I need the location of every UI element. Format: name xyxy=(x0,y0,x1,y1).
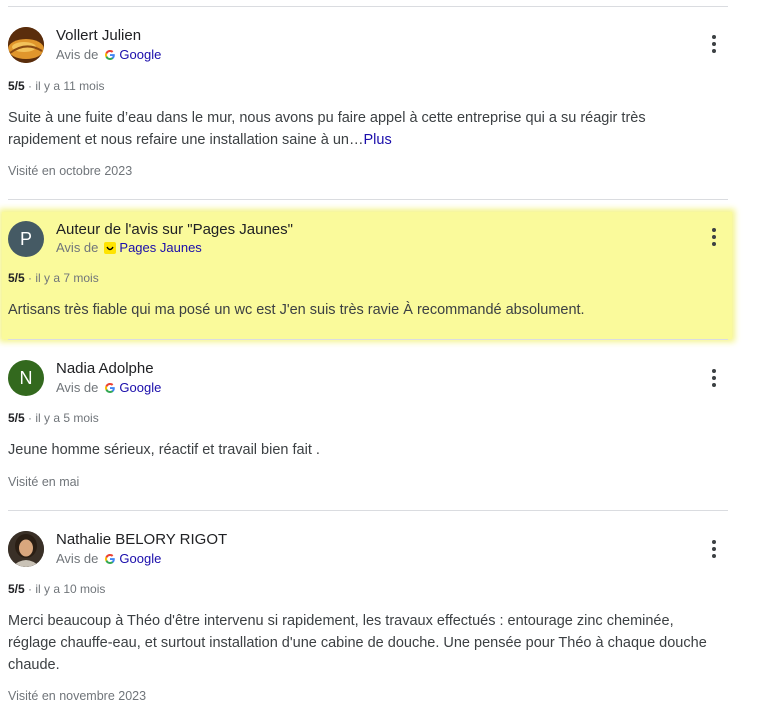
more-vert-icon[interactable] xyxy=(704,366,724,390)
rating-value: 5/5 xyxy=(8,271,25,285)
avatar[interactable]: N xyxy=(8,360,44,396)
rating-value: 5/5 xyxy=(8,411,25,425)
review-rating: 5/5 · il y a 5 mois xyxy=(8,411,99,425)
review-card-highlighted: P Auteur de l'avis sur "Pages Jaunes" Av… xyxy=(2,212,732,339)
avatar-letter: P xyxy=(19,228,32,249)
more-vert-icon[interactable] xyxy=(704,32,724,56)
review-text-content: Suite à une fuite d’eau dans le mur, nou… xyxy=(8,110,646,148)
review-card: Nathalie BELORY RIGOT Avis de Google 5/5… xyxy=(0,521,758,720)
avatar-letter: N xyxy=(19,367,33,388)
source-prefix: Avis de xyxy=(56,47,99,62)
source-prefix: Avis de xyxy=(56,380,99,395)
rating-value: 5/5 xyxy=(8,582,25,596)
review-author[interactable]: Vollert Julien xyxy=(56,27,141,44)
divider xyxy=(8,510,728,511)
source-prefix: Avis de xyxy=(56,240,99,255)
avatar-photo-icon xyxy=(8,531,44,567)
avatar[interactable] xyxy=(8,531,44,567)
review-text: Jeune homme sérieux, réactif et travail … xyxy=(8,442,320,458)
more-vert-icon[interactable] xyxy=(704,537,724,561)
avatar[interactable] xyxy=(8,27,44,63)
review-source: Avis de Google xyxy=(56,380,161,395)
google-g-icon xyxy=(105,553,116,564)
source-link[interactable]: Google xyxy=(119,551,161,566)
avatar[interactable]: P xyxy=(8,221,44,257)
review-card: N Nadia Adolphe Avis de Google 5/5 · il … xyxy=(0,350,758,510)
review-author[interactable]: Nathalie BELORY RIGOT xyxy=(56,531,227,548)
rating-value: 5/5 xyxy=(8,79,25,93)
review-time: il y a 11 mois xyxy=(35,79,105,93)
avatar-photo-icon xyxy=(8,27,44,63)
divider xyxy=(8,199,728,200)
source-link[interactable]: Google xyxy=(119,47,161,62)
visit-date: Visité en octobre 2023 xyxy=(8,164,133,178)
divider xyxy=(8,339,728,340)
review-text: Artisans très fiable qui ma posé un wc e… xyxy=(8,302,585,318)
more-link[interactable]: Plus xyxy=(363,132,391,148)
source-prefix: Avis de xyxy=(56,551,99,566)
review-source: Avis de Google xyxy=(56,551,161,566)
visit-date: Visité en mai xyxy=(8,475,80,489)
review-author[interactable]: Nadia Adolphe xyxy=(56,360,154,377)
review-rating: 5/5 · il y a 7 mois xyxy=(8,271,99,285)
more-vert-icon[interactable] xyxy=(704,225,724,249)
review-card: Vollert Julien Avis de Google 5/5 · il y… xyxy=(0,0,758,200)
review-text: Suite à une fuite d’eau dans le mur, nou… xyxy=(8,107,708,151)
review-time: il y a 7 mois xyxy=(35,271,99,285)
google-g-icon xyxy=(105,49,116,60)
review-time: il y a 5 mois xyxy=(35,411,99,425)
google-g-icon xyxy=(105,382,116,393)
review-source: Avis de Google xyxy=(56,47,161,62)
review-author[interactable]: Auteur de l'avis sur "Pages Jaunes" xyxy=(56,221,293,238)
source-link[interactable]: Pages Jaunes xyxy=(119,240,201,255)
review-rating: 5/5 · il y a 11 mois xyxy=(8,79,105,93)
review-rating: 5/5 · il y a 10 mois xyxy=(8,582,106,596)
review-time: il y a 10 mois xyxy=(35,582,106,596)
pages-jaunes-smiley-icon xyxy=(104,241,117,254)
review-text: Merci beaucoup à Théo d'être intervenu s… xyxy=(8,613,707,673)
source-link[interactable]: Google xyxy=(119,380,161,395)
review-source: Avis de Pages Jaunes xyxy=(56,240,202,255)
visit-date: Visité en novembre 2023 xyxy=(8,689,147,703)
